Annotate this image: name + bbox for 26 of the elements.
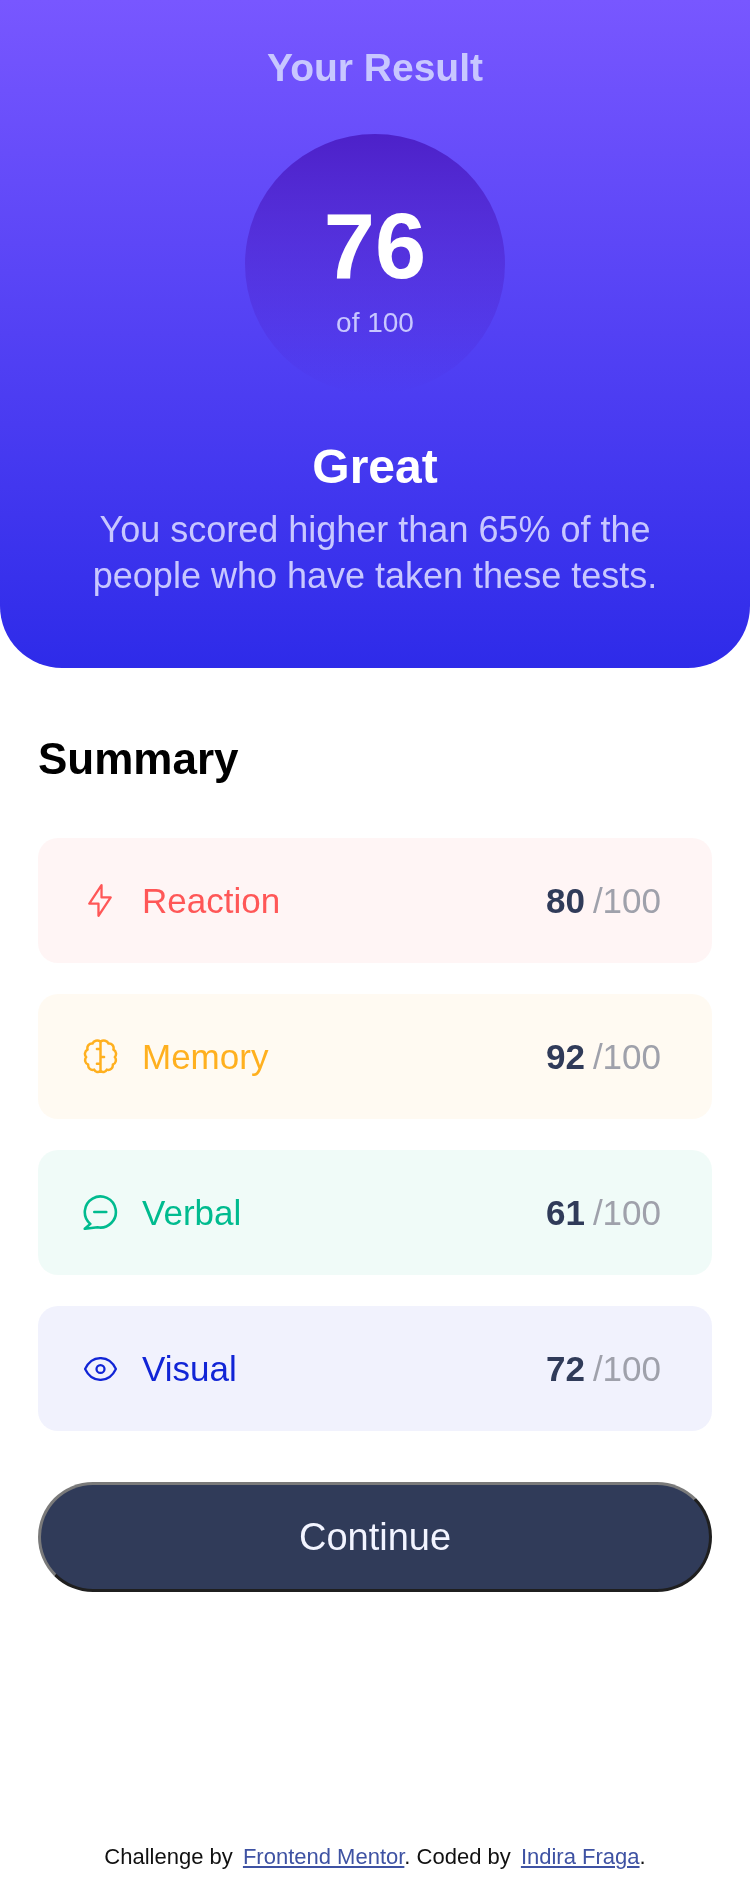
category-score: 92 [545, 1035, 585, 1078]
score-maximum: /100 [592, 1191, 661, 1234]
category-label: Verbal [142, 1191, 242, 1234]
score-maximum: /100 [592, 1347, 661, 1390]
result-heading: Your Result [266, 45, 484, 91]
eye-icon [83, 1356, 117, 1381]
category-label: Visual [142, 1347, 237, 1390]
rating-heading: Great [311, 439, 439, 495]
continue-button[interactable]: Continue [38, 1482, 712, 1592]
result-description: You scored higher than 65% of the people who have taken these tests. [91, 508, 659, 598]
lightning-icon [88, 884, 112, 917]
category-score: 61 [545, 1191, 585, 1234]
footer-link[interactable]: Frontend Mentor [242, 1844, 405, 1869]
summary-heading: Summary [38, 733, 240, 785]
brain-icon [82, 1039, 118, 1074]
footer-credit: Challenge by Frontend Mentor. Coded by Indira Fraga. [103, 1844, 647, 1871]
score-maximum: /100 [592, 1035, 661, 1078]
category-score: 80 [545, 879, 585, 922]
score-maximum: /100 [592, 879, 661, 922]
speech-bubble-icon [82, 1195, 118, 1230]
category-label: Memory [142, 1035, 269, 1078]
category-label: Reaction [142, 879, 281, 922]
category-score: 72 [545, 1347, 585, 1390]
footer-link[interactable]: Indira Fraga [520, 1844, 640, 1869]
score-number: 76 [323, 200, 427, 292]
score-total: of 100 [336, 308, 414, 338]
